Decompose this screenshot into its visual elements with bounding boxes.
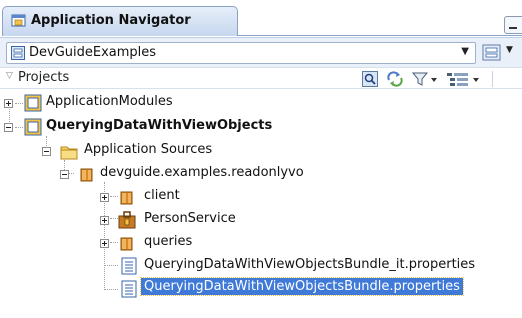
projects-panel-header: ▽ Projects [0, 67, 522, 89]
project-tree: ApplicationModules QueryingDataWithViewO… [0, 90, 522, 318]
collapse-minus-icon[interactable] [42, 147, 51, 156]
application-menu-chevron-icon[interactable]: ▼ [506, 45, 513, 55]
tree-node-label: PersonService [144, 211, 236, 226]
expand-plus-icon[interactable] [100, 239, 109, 248]
expand-plus-icon[interactable] [100, 216, 109, 225]
application-icon [11, 46, 25, 60]
navigator-tabstrip: Application Navigator [0, 0, 522, 38]
tree-node-queryingdatawithviewobjects[interactable]: QueryingDataWithViewObjects [0, 116, 300, 138]
tree-node-label: Application Sources [84, 142, 213, 157]
tree-node-label: QueryingDataWithViewObjects [46, 118, 273, 133]
tree-levels-icon[interactable] [446, 71, 480, 87]
application-combobox[interactable]: DevGuideExamples ▼ [6, 42, 476, 64]
filter-icon[interactable] [412, 71, 438, 87]
project-folder-icon [24, 94, 42, 112]
minimize-button[interactable] [504, 16, 522, 34]
application-navigator-icon [11, 14, 26, 27]
tree-node-label: QueryingDataWithViewObjectsBundle_it.pro… [144, 257, 476, 272]
collapse-minus-icon[interactable] [60, 170, 69, 179]
application-menu-icon[interactable] [482, 44, 502, 62]
tree-node-bundle-it-properties[interactable]: QueryingDataWithViewObjectsBundle_it.pro… [0, 255, 500, 277]
tree-node-applicationmodules[interactable]: ApplicationModules [0, 92, 220, 114]
tree-node-personservice[interactable]: PersonService [0, 209, 240, 231]
collapse-triangle-icon[interactable]: ▽ [6, 71, 13, 81]
expand-plus-icon[interactable] [100, 193, 109, 202]
tree-node-label: devguide.examples.readonlyvo [100, 165, 304, 180]
app-module-icon [118, 211, 136, 229]
tree-node-bundle-properties[interactable]: QueryingDataWithViewObjectsBundle.proper… [0, 277, 500, 300]
chevron-down-icon[interactable]: ▼ [461, 46, 469, 57]
sync-icon[interactable] [386, 71, 404, 87]
project-folder-icon [24, 118, 42, 136]
tree-node-label: client [144, 188, 180, 203]
tab-divider [238, 35, 522, 36]
tree-node-client[interactable]: client [0, 186, 200, 208]
tree-node-label: ApplicationModules [46, 94, 173, 109]
folder-icon [60, 146, 78, 160]
package-icon [80, 168, 93, 182]
tree-node-application-sources[interactable]: Application Sources [0, 140, 260, 162]
toolbar-separator [492, 71, 493, 87]
collapse-minus-icon[interactable] [4, 123, 13, 132]
package-icon [120, 191, 133, 205]
properties-file-icon [121, 280, 137, 298]
find-icon[interactable] [362, 71, 378, 87]
package-icon [120, 237, 133, 251]
expand-plus-icon[interactable] [4, 99, 13, 108]
tree-node-package-readonlyvo[interactable]: devguide.examples.readonlyvo [0, 163, 320, 185]
tree-node-queries[interactable]: queries [0, 232, 200, 254]
navigator-title: Application Navigator [31, 13, 191, 28]
projects-label: Projects [18, 70, 70, 85]
application-name: DevGuideExamples [29, 45, 157, 60]
application-selector-bar: DevGuideExamples ▼ ▼ [0, 37, 522, 67]
tree-node-label: queries [144, 234, 193, 249]
application-navigator-tab[interactable]: Application Navigator [2, 6, 238, 36]
properties-file-icon [121, 257, 137, 275]
tree-node-label-selected: QueryingDataWithViewObjectsBundle.proper… [140, 277, 464, 296]
